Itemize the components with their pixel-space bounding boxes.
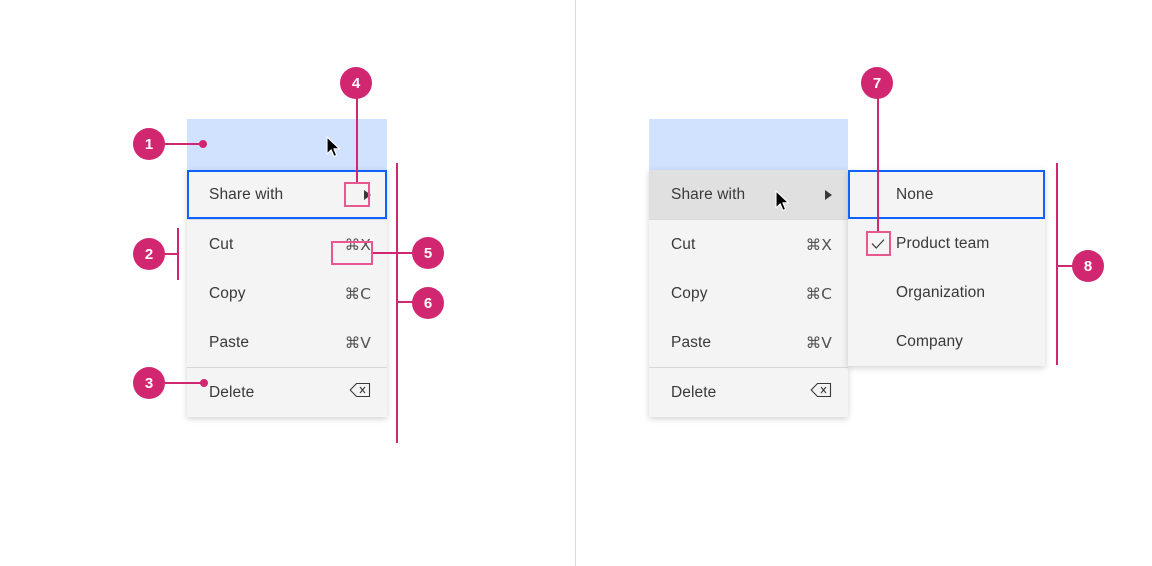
annotation-3-marker: 3 <box>133 367 165 399</box>
menu-item-label: Cut <box>671 235 696 253</box>
menu-item-shortcut: ⌘C <box>805 284 832 303</box>
menu-item-shortcut: ⌘V <box>805 333 832 352</box>
menu-item-label: Cut <box>209 235 234 253</box>
submenu-item-organization[interactable]: Organization <box>848 268 1045 317</box>
menu-item-share-with[interactable]: Share with <box>649 170 848 219</box>
menu-item-copy[interactable]: Copy ⌘C <box>187 269 387 318</box>
menu-item-label: Copy <box>671 284 708 302</box>
annotation-1-marker: 1 <box>133 128 165 160</box>
annotation-7-leader <box>877 97 879 233</box>
submenu-item-company[interactable]: Company <box>848 317 1045 366</box>
menu-item-cut[interactable]: Cut ⌘X <box>649 220 848 269</box>
annotation-4-leader <box>356 97 358 183</box>
menu-item-label: Paste <box>209 333 250 351</box>
annotation-8-leader <box>1057 265 1073 267</box>
annotation-5-leader <box>372 252 412 254</box>
annotation-2-leader <box>165 253 178 255</box>
menu-item-paste[interactable]: Paste ⌘V <box>649 318 848 367</box>
menu-item-label: Paste <box>671 333 712 351</box>
annotation-2-marker: 2 <box>133 238 165 270</box>
annotation-6-marker: 6 <box>412 287 444 319</box>
menu-item-label: Copy <box>209 284 246 302</box>
menu-item-label: Delete <box>671 383 717 401</box>
backspace-icon <box>349 382 371 403</box>
selected-content-area-right[interactable] <box>649 119 848 170</box>
menu-item-shortcut: ⌘X <box>805 235 832 254</box>
annotation-8-bracket <box>1056 163 1058 365</box>
annotation-6-leader <box>397 301 413 303</box>
backspace-icon <box>810 382 832 403</box>
menu-item-shortcut: ⌘C <box>344 284 371 303</box>
page-divider <box>575 0 576 566</box>
menu-item-shortcut: ⌘V <box>344 333 371 352</box>
annotation-4-marker: 4 <box>340 67 372 99</box>
menu-item-delete[interactable]: Delete <box>187 368 387 417</box>
annotation-5-marker: 5 <box>412 237 444 269</box>
submenu-caret-icon <box>825 189 832 200</box>
annotation-8-marker: 8 <box>1072 250 1104 282</box>
menu-item-paste[interactable]: Paste ⌘V <box>187 318 387 367</box>
annotation-3-dot <box>200 379 208 387</box>
submenu-item-label: Organization <box>896 283 986 301</box>
annotation-6-bracket <box>396 163 398 443</box>
annotation-1-dot <box>199 140 207 148</box>
submenu-item-label: None <box>896 185 934 203</box>
menu-item-delete[interactable]: Delete <box>649 368 848 417</box>
menu-item-label: Share with <box>209 185 284 203</box>
menu-item-label: Share with <box>671 185 746 203</box>
menu-item-label: Delete <box>209 383 255 401</box>
annotation-7-highlight-box <box>866 231 891 256</box>
annotation-4-highlight-box <box>344 182 370 207</box>
context-menu-right[interactable]: Share with Cut ⌘X Copy ⌘C Paste ⌘V Delet… <box>649 170 848 417</box>
submenu-item-label: Product team <box>896 234 990 252</box>
context-menu-left[interactable]: Share with Cut ⌘X Copy ⌘C Paste ⌘V Delet… <box>187 170 387 417</box>
annotation-7-marker: 7 <box>861 67 893 99</box>
menu-item-copy[interactable]: Copy ⌘C <box>649 269 848 318</box>
annotation-5-highlight-box <box>331 241 373 265</box>
submenu-item-label: Company <box>896 332 964 350</box>
